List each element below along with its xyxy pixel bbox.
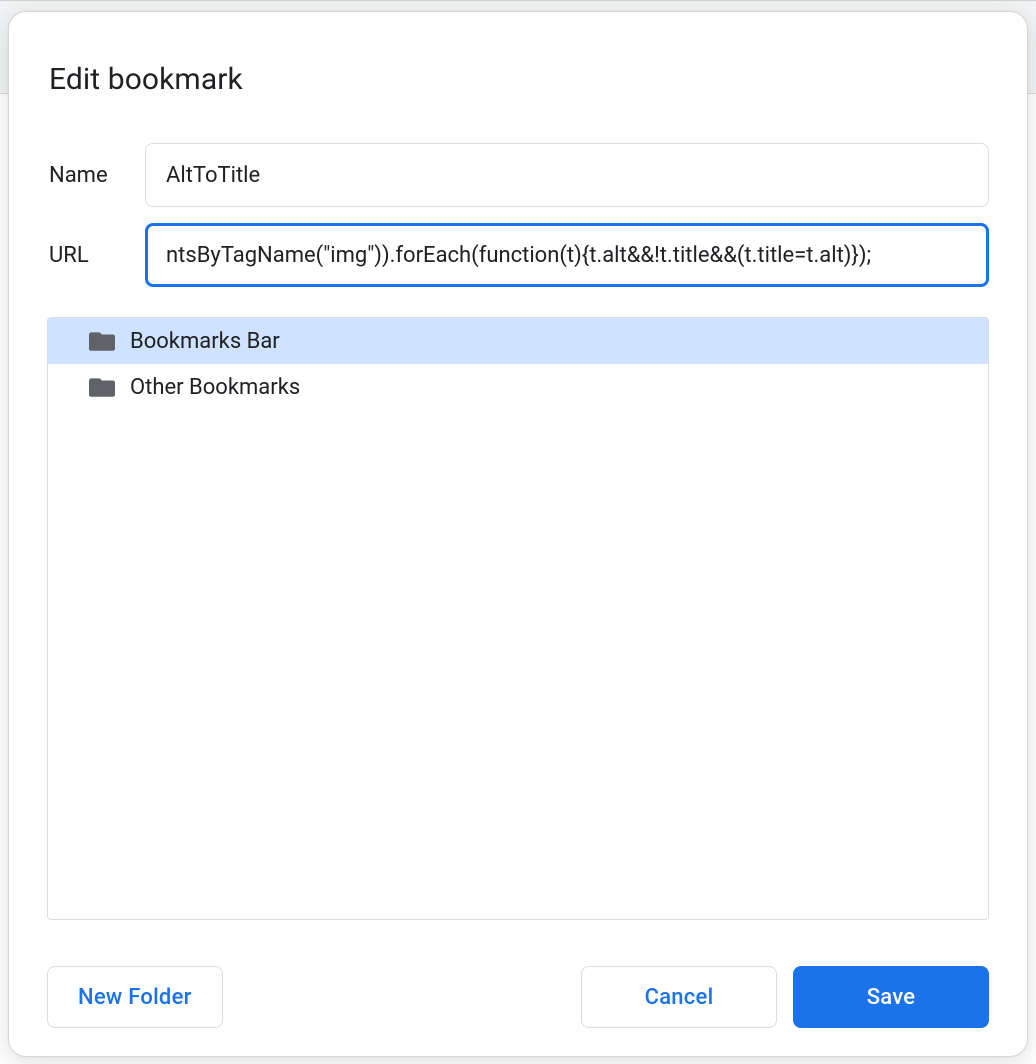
- folder-label: Other Bookmarks: [130, 375, 300, 400]
- folder-icon: [88, 327, 116, 355]
- name-row: Name: [47, 143, 989, 207]
- dialog-title: Edit bookmark: [47, 62, 989, 97]
- url-label: URL: [47, 243, 145, 268]
- edit-bookmark-dialog: Edit bookmark Name URL Bookmarks Bar Oth…: [8, 11, 1028, 1057]
- save-button[interactable]: Save: [793, 966, 989, 1028]
- name-input[interactable]: [145, 143, 989, 207]
- window-backdrop: Edit bookmark Name URL Bookmarks Bar Oth…: [0, 0, 1036, 1064]
- name-label: Name: [47, 163, 145, 188]
- folder-icon: [88, 373, 116, 401]
- url-input[interactable]: [145, 223, 989, 287]
- folder-tree[interactable]: Bookmarks Bar Other Bookmarks: [47, 317, 989, 920]
- folder-label: Bookmarks Bar: [130, 329, 280, 354]
- cancel-button[interactable]: Cancel: [581, 966, 777, 1028]
- dialog-button-row: New Folder Cancel Save: [47, 966, 989, 1028]
- url-row: URL: [47, 223, 989, 287]
- folder-other-bookmarks[interactable]: Other Bookmarks: [48, 364, 988, 410]
- new-folder-button[interactable]: New Folder: [47, 966, 223, 1028]
- folder-bookmarks-bar[interactable]: Bookmarks Bar: [48, 318, 988, 364]
